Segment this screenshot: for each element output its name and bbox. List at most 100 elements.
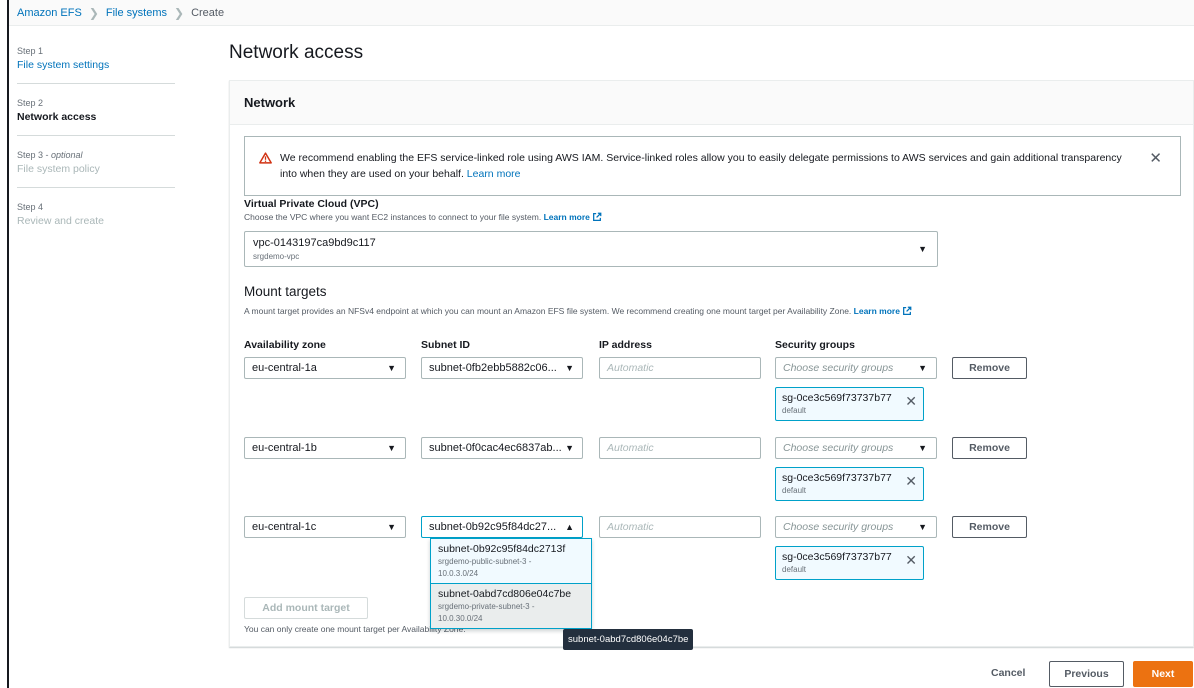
security-groups-select-row-1[interactable]: Choose security groups ▼ [775, 357, 937, 379]
vpc-learn-more-link[interactable]: Learn more [544, 212, 602, 222]
column-header-subnet: Subnet ID [421, 339, 470, 351]
vpc-label: Virtual Private Cloud (VPC) [244, 198, 379, 210]
subnet-option-id: subnet-0b92c95f84dc2713f [438, 543, 566, 555]
cancel-button[interactable]: Cancel [991, 667, 1025, 679]
breadcrumb-separator-icon: ❯ [174, 5, 185, 20]
caret-down-icon: ▼ [565, 443, 574, 453]
vpc-select-name: srgdemo-vpc [253, 252, 300, 261]
subnet-option-name: srgdemo-private-subnet-3 - [438, 602, 535, 611]
dismiss-icon[interactable]: ✕ [905, 473, 917, 490]
token-name: default [782, 406, 807, 415]
subnet-value: subnet-0b92c95f84dc27... [429, 521, 557, 533]
alert-text: We recommend enabling the EFS service-li… [280, 152, 1122, 180]
add-mount-target-button[interactable]: Add mount target [244, 597, 368, 619]
alert-learn-more-link[interactable]: Learn more [467, 168, 521, 180]
external-link-icon [902, 306, 912, 315]
next-button[interactable]: Next [1133, 661, 1193, 687]
previous-button[interactable]: Previous [1049, 661, 1124, 687]
subnet-option-id: subnet-0abd7cd806e04c7be [438, 588, 572, 600]
breadcrumb-amazon-efs[interactable]: Amazon EFS [17, 7, 82, 19]
step-number: Step 4 [17, 202, 44, 212]
step-3-title: File system policy [17, 163, 100, 175]
az-value: eu-central-1a [252, 362, 317, 374]
caret-down-icon: ▼ [918, 522, 927, 532]
caret-up-icon: ▲ [565, 522, 574, 532]
subnet-option-name: srgdemo-public-subnet-3 - [438, 557, 532, 566]
ip-input-row-2[interactable]: Automatic [599, 437, 761, 459]
step-number: Step 1 [17, 46, 44, 56]
subnet-value: subnet-0f0cac4ec6837ab... [429, 442, 562, 454]
caret-down-icon: ▼ [918, 443, 927, 453]
step-2: Step 2 Network access [17, 92, 175, 136]
security-group-token-row-1: sg-0ce3c569f73737b77 default ✕ [775, 387, 924, 421]
step-1-link[interactable]: File system settings [17, 59, 175, 71]
subnet-option[interactable]: subnet-0abd7cd806e04c7be srgdemo-private… [431, 584, 591, 628]
token-name: default [782, 486, 807, 495]
caret-down-icon: ▼ [387, 443, 396, 453]
vpc-select[interactable]: vpc-0143197ca9bd9c117 srgdemo-vpc ▼ [244, 231, 938, 267]
subnet-option-cidr: 10.0.3.0/24 [438, 569, 479, 578]
az-select-row-2[interactable]: eu-central-1b ▼ [244, 437, 406, 459]
network-panel: Network We recommend enabling the EFS se… [229, 80, 1194, 647]
az-select-row-3[interactable]: eu-central-1c ▼ [244, 516, 406, 538]
token-id: sg-0ce3c569f73737b77 [782, 392, 892, 404]
page-title: Network access [229, 42, 364, 63]
dismiss-icon[interactable]: ✕ [905, 552, 917, 569]
column-header-ip: IP address [599, 339, 652, 351]
dismiss-icon[interactable]: ✕ [905, 393, 917, 410]
column-header-az: Availability zone [244, 339, 326, 351]
step-optional-text: optional [51, 150, 83, 160]
panel-header: Network [230, 81, 1193, 125]
step-3: Step 3 - optional File system policy [17, 144, 175, 188]
step-number: Step 3 - optional [17, 150, 175, 160]
remove-button-row-3[interactable]: Remove [952, 516, 1027, 538]
app-frame: Amazon EFS ❯ File systems ❯ Create Step … [7, 0, 1194, 688]
subnet-dropdown-menu: subnet-0b92c95f84dc2713f srgdemo-public-… [430, 538, 592, 629]
step-4: Step 4 Review and create [17, 196, 175, 239]
security-groups-select-row-3[interactable]: Choose security groups ▼ [775, 516, 937, 538]
remove-button-row-1[interactable]: Remove [952, 357, 1027, 379]
vpc-description-text: Choose the VPC where you want EC2 instan… [244, 212, 542, 222]
token-id: sg-0ce3c569f73737b77 [782, 472, 892, 484]
vpc-description: Choose the VPC where you want EC2 instan… [244, 212, 602, 222]
caret-down-icon: ▼ [918, 363, 927, 373]
wizard-steps: Step 1 File system settings Step 2 Netwo… [17, 40, 175, 247]
subnet-option[interactable]: subnet-0b92c95f84dc2713f srgdemo-public-… [431, 539, 591, 584]
ip-input-row-3[interactable]: Automatic [599, 516, 761, 538]
subnet-select-row-2[interactable]: subnet-0f0cac4ec6837ab... ▼ [421, 437, 583, 459]
step-2-title: Network access [17, 111, 97, 123]
warning-alert: We recommend enabling the EFS service-li… [244, 136, 1181, 196]
external-link-icon [592, 212, 602, 221]
breadcrumb-separator-icon: ❯ [88, 5, 99, 20]
az-value: eu-central-1b [252, 442, 317, 454]
caret-down-icon: ▼ [387, 522, 396, 532]
security-groups-placeholder: Choose security groups [783, 362, 894, 374]
subnet-select-row-1[interactable]: subnet-0fb2ebb5882c06... ▼ [421, 357, 583, 379]
caret-down-icon: ▼ [918, 244, 927, 254]
mount-targets-title: Mount targets [244, 284, 327, 299]
security-groups-placeholder: Choose security groups [783, 442, 894, 454]
step-1: Step 1 File system settings [17, 40, 175, 84]
breadcrumb: Amazon EFS ❯ File systems ❯ Create [9, 0, 1194, 26]
close-icon[interactable]: ✕ [1149, 151, 1162, 167]
security-group-token-row-2: sg-0ce3c569f73737b77 default ✕ [775, 467, 924, 501]
breadcrumb-current: Create [191, 6, 225, 19]
subnet-option-cidr: 10.0.30.0/24 [438, 614, 483, 623]
security-groups-select-row-2[interactable]: Choose security groups ▼ [775, 437, 937, 459]
breadcrumb-file-systems[interactable]: File systems [106, 7, 167, 19]
ip-input-row-1[interactable]: Automatic [599, 357, 761, 379]
caret-down-icon: ▼ [565, 363, 574, 373]
security-groups-placeholder: Choose security groups [783, 521, 894, 533]
step-4-title: Review and create [17, 215, 104, 227]
subnet-select-row-3[interactable]: subnet-0b92c95f84dc27... ▲ [421, 516, 583, 538]
mount-targets-description: A mount target provides an NFSv4 endpoin… [244, 306, 912, 316]
token-id: sg-0ce3c569f73737b77 [782, 551, 892, 563]
mount-targets-description-text: A mount target provides an NFSv4 endpoin… [244, 306, 852, 316]
column-header-security-groups: Security groups [775, 339, 855, 351]
mount-targets-learn-more-link[interactable]: Learn more [854, 306, 912, 316]
az-select-row-1[interactable]: eu-central-1a ▼ [244, 357, 406, 379]
step-number: Step 2 [17, 98, 44, 108]
caret-down-icon: ▼ [387, 363, 396, 373]
remove-button-row-2[interactable]: Remove [952, 437, 1027, 459]
vpc-select-value: vpc-0143197ca9bd9c117 [253, 237, 376, 249]
